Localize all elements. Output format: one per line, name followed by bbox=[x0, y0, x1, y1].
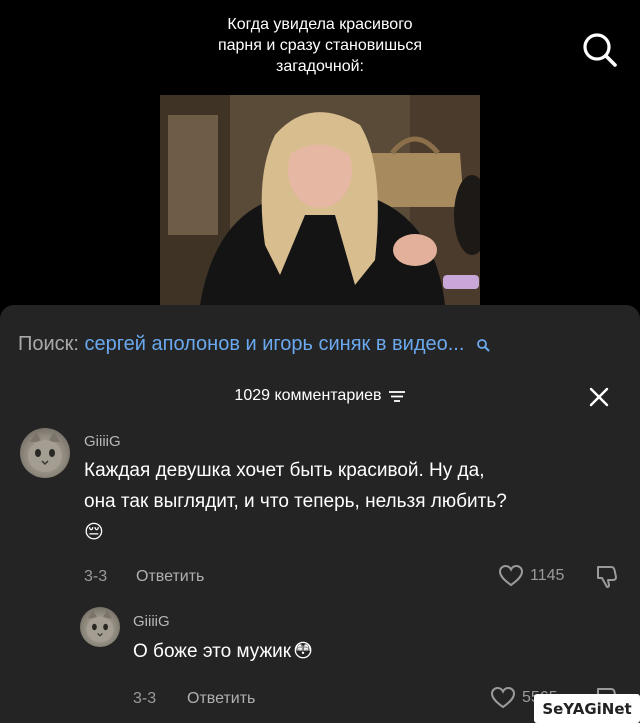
comment-text-content: О боже это мужик bbox=[133, 641, 292, 662]
comments-header: 1029 комментариев bbox=[0, 383, 640, 409]
caption-line: парня и сразу становишься bbox=[217, 37, 423, 54]
search-suggestion-query[interactable]: сергей аполонов и игорь синяк в видео... bbox=[85, 333, 465, 355]
search-suggestion-label: Поиск: bbox=[18, 333, 79, 355]
comment-text: Каждая девушка хочет быть красивой. Ну д… bbox=[84, 455, 624, 548]
search-button[interactable] bbox=[578, 28, 622, 72]
comment-emoji: 😳 bbox=[293, 640, 313, 662]
filter-icon bbox=[388, 391, 405, 402]
comment-text: О боже это мужик 😳 bbox=[133, 636, 613, 667]
reply-button[interactable]: Ответить bbox=[187, 690, 255, 708]
comment-date: 3-3 bbox=[84, 568, 108, 585]
dislike-button[interactable] bbox=[594, 563, 620, 594]
search-small-icon bbox=[476, 331, 490, 361]
comments-sheet: Поиск: сергей аполонов и игорь синяк в в… bbox=[0, 305, 640, 723]
caption-line: загадочной: bbox=[276, 58, 364, 75]
comments-count: 1029 комментариев bbox=[234, 387, 382, 404]
close-comments-button[interactable] bbox=[584, 382, 614, 412]
thumbs-down-icon bbox=[597, 566, 617, 588]
comment-text-line: Каждая девушка хочет быть красивой. Ну д… bbox=[84, 460, 485, 481]
video-thumbnail bbox=[160, 95, 480, 305]
comment-username[interactable]: GiiiiG bbox=[84, 433, 121, 450]
comment-text-line: она так выглядит, и что теперь, нельзя л… bbox=[84, 491, 507, 512]
comment-item: GiiiiG Каждая девушка хочет быть красиво… bbox=[0, 423, 640, 593]
search-icon bbox=[583, 33, 617, 67]
avatar[interactable] bbox=[20, 428, 70, 478]
comment-emoji: 😔 bbox=[84, 521, 104, 543]
video-area[interactable]: Когда увидела красивого парня и сразу ст… bbox=[0, 0, 640, 305]
comments-sort-toggle[interactable]: 1029 комментариев bbox=[234, 383, 405, 409]
reply-button[interactable]: Ответить bbox=[136, 568, 204, 586]
close-icon bbox=[589, 387, 609, 407]
search-suggestion[interactable]: Поиск: сергей аполонов и игорь синяк в в… bbox=[18, 329, 618, 359]
site-watermark: SeYAGiNet bbox=[534, 694, 640, 723]
caption-line: Когда увидела красивого bbox=[227, 16, 413, 33]
heart-icon bbox=[490, 686, 516, 709]
cat-avatar-icon bbox=[86, 610, 114, 643]
heart-icon bbox=[498, 564, 524, 587]
comment-date: 3-3 bbox=[133, 690, 157, 707]
video-frame[interactable] bbox=[160, 95, 480, 305]
like-button[interactable]: 1145 bbox=[498, 564, 564, 588]
cat-avatar-icon bbox=[28, 432, 62, 472]
video-caption: Когда увидела красивого парня и сразу ст… bbox=[170, 14, 470, 77]
comment-username[interactable]: GiiiiG bbox=[133, 613, 170, 630]
avatar[interactable] bbox=[80, 607, 120, 647]
like-count: 1145 bbox=[530, 567, 565, 584]
